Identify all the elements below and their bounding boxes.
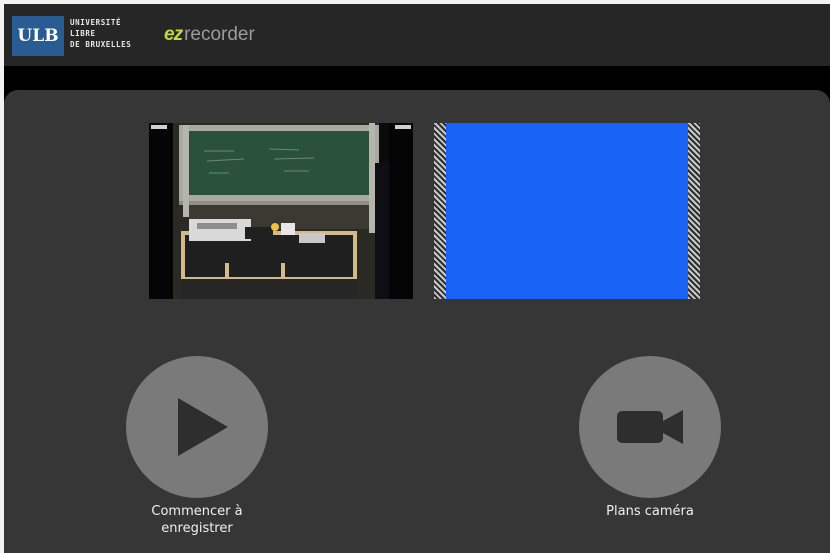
camera-shots-button[interactable]: [579, 356, 721, 498]
camera-shots-label-text: Plans caméra: [606, 504, 694, 519]
camera-preview: [149, 123, 413, 299]
hatch-right: [688, 123, 700, 299]
ezrecorder-logo: ez recorder: [164, 24, 255, 46]
hatch-left: [434, 123, 446, 299]
ulb-abbrev: ULB: [17, 26, 59, 46]
ez-word: recorder: [184, 24, 255, 45]
header-bar: ULB UNIVERSITÉ LIBRE DE BRUXELLES ez reco…: [4, 4, 830, 66]
app-window: ULB UNIVERSITÉ LIBRE DE BRUXELLES ez reco…: [4, 4, 830, 553]
ulb-line-2: LIBRE: [70, 29, 96, 38]
start-recording-label[interactable]: Commencer à enregistrer: [127, 503, 267, 537]
video-camera-icon: [617, 410, 683, 444]
classroom-camera-feed: [149, 123, 413, 299]
ulb-line-1: UNIVERSITÉ: [70, 18, 122, 27]
ulb-logo: ULB: [12, 16, 64, 56]
camera-shots-label[interactable]: Plans caméra: [579, 503, 721, 520]
main-panel: Commencer à enregistrer Plans caméra: [4, 90, 830, 553]
slide-feed-blank: [446, 123, 688, 299]
start-recording-button[interactable]: [126, 356, 268, 498]
ez-mark: ez: [164, 24, 183, 45]
start-recording-label-line2: enregistrer: [161, 521, 233, 536]
start-recording-label-line1: Commencer à: [151, 504, 243, 519]
ulb-line-3: DE BRUXELLES: [70, 40, 132, 49]
play-icon: [178, 398, 228, 456]
slides-preview: [434, 123, 700, 299]
ulb-wordmark: UNIVERSITÉ LIBRE DE BRUXELLES: [70, 17, 131, 50]
